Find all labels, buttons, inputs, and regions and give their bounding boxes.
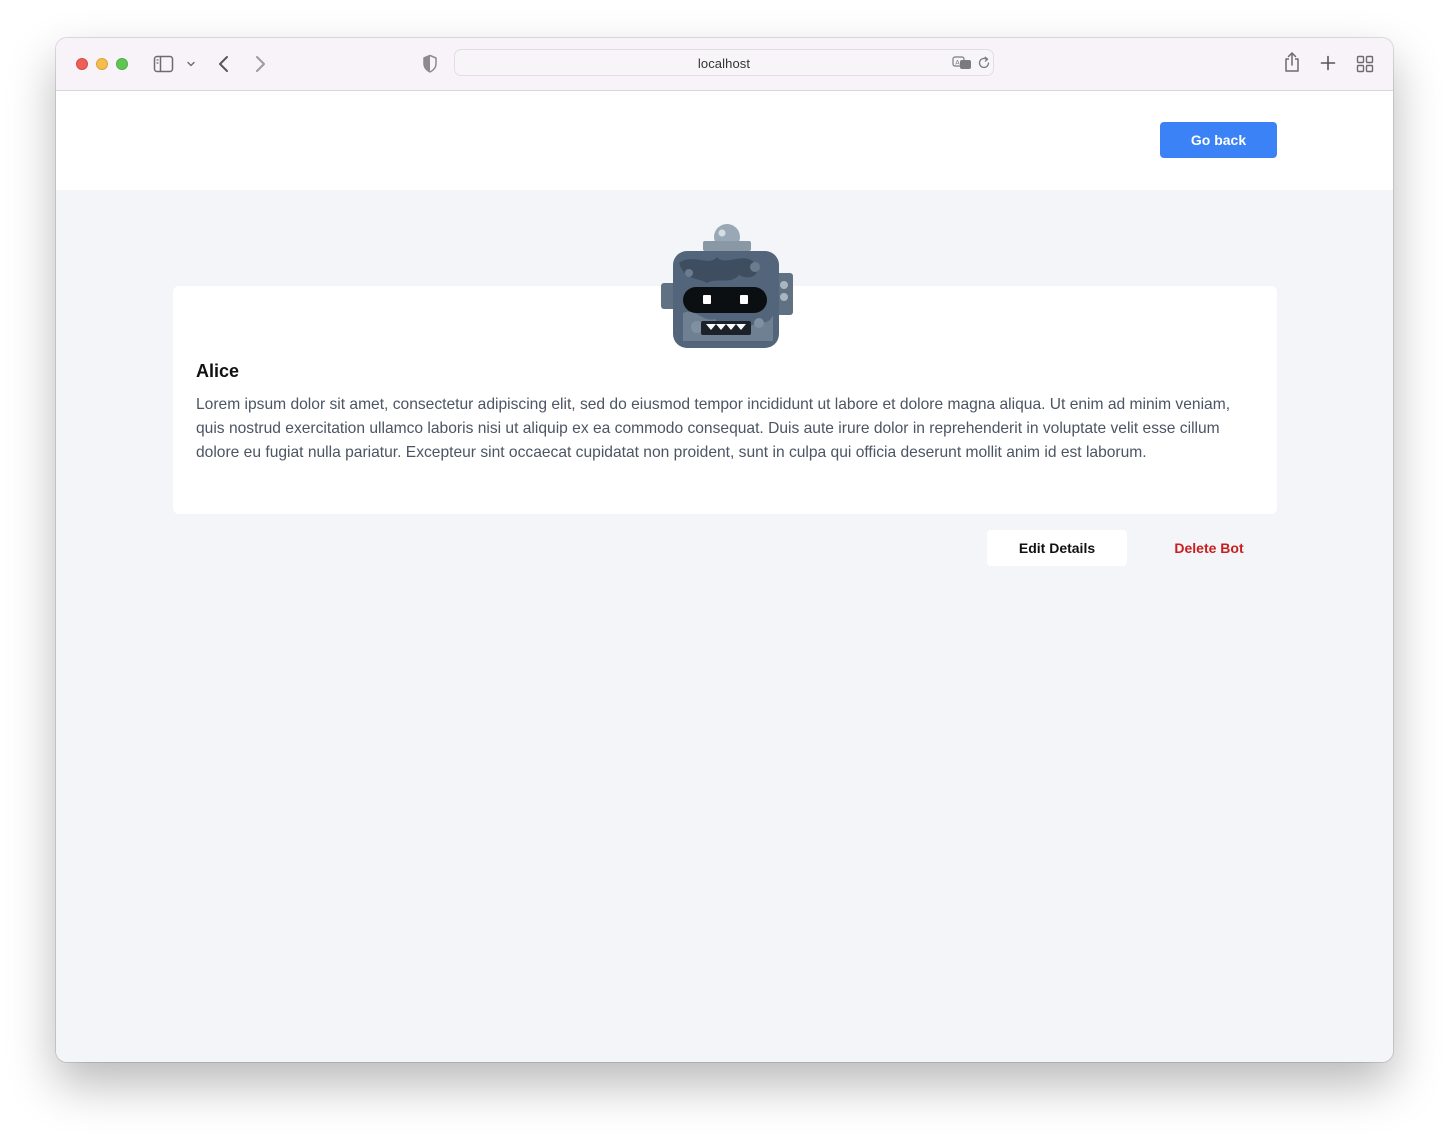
delete-bot-button[interactable]: Delete Bot bbox=[1146, 530, 1272, 566]
new-tab-plus-icon[interactable] bbox=[1320, 55, 1336, 71]
svg-text:A: A bbox=[955, 58, 960, 66]
browser-toolbar: localhost A bbox=[56, 38, 1393, 91]
zoom-window-button[interactable] bbox=[116, 58, 128, 70]
url-text: localhost bbox=[697, 56, 751, 71]
page-content: Go back Alice Lorem ipsum dolor sit amet… bbox=[56, 91, 1393, 1062]
bot-name: Alice bbox=[196, 361, 240, 381]
privacy-shield-icon[interactable] bbox=[422, 54, 438, 74]
back-arrow-icon[interactable] bbox=[217, 54, 231, 74]
bot-avatar-icon bbox=[661, 224, 793, 348]
forward-arrow-icon[interactable] bbox=[253, 54, 267, 74]
browser-window: localhost A Go back Alice Lorem ipsum do… bbox=[56, 38, 1393, 1062]
minimize-window-button[interactable] bbox=[96, 58, 108, 70]
edit-details-button[interactable]: Edit Details bbox=[987, 530, 1127, 566]
close-window-button[interactable] bbox=[76, 58, 88, 70]
tab-overview-icon[interactable] bbox=[1356, 55, 1374, 73]
share-icon[interactable] bbox=[1283, 51, 1301, 73]
go-back-button[interactable]: Go back bbox=[1160, 122, 1277, 158]
chevron-down-icon[interactable] bbox=[186, 59, 196, 69]
translate-icon[interactable]: A bbox=[952, 56, 972, 70]
address-bar[interactable]: localhost A bbox=[454, 49, 994, 76]
sidebar-toggle-icon[interactable] bbox=[153, 55, 175, 73]
page-header: Go back bbox=[56, 91, 1393, 190]
reload-icon[interactable] bbox=[977, 56, 991, 70]
bot-description: Lorem ipsum dolor sit amet, consectetur … bbox=[196, 396, 1231, 461]
